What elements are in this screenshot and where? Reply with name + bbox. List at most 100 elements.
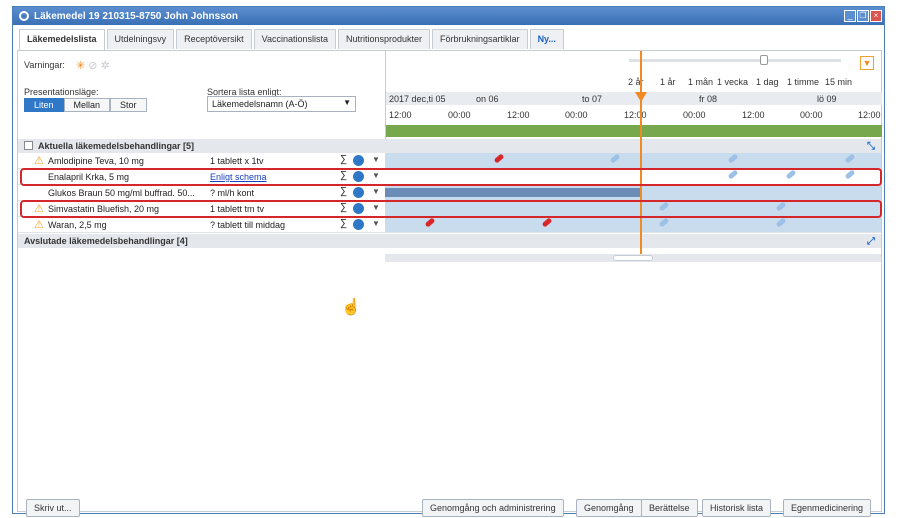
date-row: [386, 92, 882, 105]
infusion-bar[interactable]: [385, 188, 640, 197]
current-treatments-header[interactable]: Aktuella läkemedelsbehandlingar [5] ⤡: [18, 139, 881, 153]
sort-select[interactable]: Läkemedelsnamn (A-Ö) ▼: [207, 96, 356, 112]
sum-icon[interactable]: ∑: [340, 218, 347, 229]
tab-vaccination-list[interactable]: Vaccinationslista: [253, 29, 336, 49]
dose-planned-icon[interactable]: [609, 153, 621, 164]
warning-icon[interactable]: ⚠: [34, 218, 44, 231]
window-controls: _ ❐ ×: [844, 10, 882, 22]
collapse-icon[interactable]: ⤡: [867, 140, 875, 154]
zoom-1-year[interactable]: 1 år: [660, 77, 676, 87]
warning-icon[interactable]: ⚠: [34, 154, 44, 167]
filter-icon[interactable]: ▼: [860, 56, 874, 70]
time-label: 00:00: [448, 110, 471, 120]
title-bar: Läkemedel 19 210315-8750 John Johnsson: [13, 7, 884, 25]
app-logo-icon: [19, 11, 29, 21]
review-button[interactable]: Genomgång: [576, 499, 642, 517]
date-label: to 07: [582, 94, 603, 104]
dose-administered-icon[interactable]: [493, 153, 505, 164]
medication-window: Läkemedel 19 210315-8750 John Johnsson _…: [12, 6, 885, 517]
minimize-icon[interactable]: _: [844, 10, 856, 22]
presentation-large-button[interactable]: Stor: [110, 98, 147, 112]
chevron-down-icon[interactable]: ▼: [372, 219, 380, 228]
close-icon[interactable]: ×: [870, 10, 882, 22]
dose-planned-icon[interactable]: [727, 153, 739, 164]
tab-medication-list[interactable]: Läkemedelslista: [19, 29, 105, 50]
timeline-scrollbar[interactable]: [385, 254, 881, 262]
historical-list-button[interactable]: Historisk lista: [702, 499, 772, 517]
dose-administered-icon[interactable]: [541, 217, 553, 228]
warning-filter-icons[interactable]: ✳ ⊘ ✲: [76, 59, 110, 72]
window-title: Läkemedel 19 210315-8750 John Johnsson: [34, 10, 238, 22]
time-label: 12:00: [742, 110, 765, 120]
review-and-administration-button[interactable]: Genomgång och administrering: [422, 499, 564, 517]
time-label: 12:00: [389, 110, 412, 120]
warnings-label: Varningar:: [24, 60, 65, 70]
tab-distribution-view[interactable]: Utdelningsvy: [106, 29, 175, 49]
clock-icon[interactable]: [353, 187, 364, 198]
gear-icon[interactable]: ✲: [101, 60, 110, 72]
clock-icon[interactable]: [353, 155, 364, 166]
tab-prescription-overview[interactable]: Receptöversikt: [176, 29, 252, 49]
sum-icon[interactable]: ∑: [340, 186, 347, 197]
dose-planned-icon[interactable]: [658, 217, 670, 228]
dose-administered-icon[interactable]: [424, 217, 436, 228]
self-medication-button[interactable]: Egenmedicinering: [783, 499, 872, 517]
presentation-medium-button[interactable]: Mellan: [63, 98, 111, 112]
timeline-header: 2 år 1 år 1 mån 1 vecka 1 dag 1 timme 15…: [385, 51, 882, 139]
medication-row-amlodipine[interactable]: ⚠ Amlodipine Teva, 10 mg 1 tablett x 1tv…: [18, 153, 881, 169]
medication-dose: 1 tablett x 1tv: [210, 156, 264, 166]
chevron-down-icon: ▼: [343, 98, 351, 107]
chevron-down-icon[interactable]: ▼: [372, 155, 380, 164]
hand-cursor-icon: ☝: [341, 299, 361, 316]
select-all-checkbox[interactable]: [24, 141, 33, 150]
highlight-box-simvastatin: [20, 200, 882, 218]
time-label: 12:00: [507, 110, 530, 120]
highlight-box-enalapril: [20, 168, 882, 186]
time-label: 00:00: [683, 110, 706, 120]
zoom-1-hour[interactable]: 1 timme: [787, 77, 819, 87]
sort-value: Läkemedelsnamn (A-Ö): [212, 99, 308, 109]
date-label: 2017 dec,ti 05: [389, 94, 446, 104]
medication-row-waran[interactable]: ⚠ Waran, 2,5 mg ? tablett till middag ∑ …: [18, 217, 881, 233]
zoom-1-month[interactable]: 1 mån: [688, 77, 713, 87]
dose-planned-icon[interactable]: [775, 217, 787, 228]
drug-interaction-icon[interactable]: ⊘: [88, 60, 97, 72]
list-controls: Varningar: ✳ ⊘ ✲ Presentationsläge: Lite…: [18, 51, 385, 139]
scrollbar-thumb[interactable]: [613, 255, 653, 261]
zoom-slider-handle[interactable]: [760, 55, 768, 65]
current-treatments-title: Aktuella läkemedelsbehandlingar [5]: [38, 141, 195, 151]
tab-consumables[interactable]: Förbrukningsartiklar: [432, 29, 528, 49]
medication-row-glucose[interactable]: Glukos Braun 50 mg/ml buffrad. 50... ? m…: [18, 185, 881, 201]
time-label: 00:00: [565, 110, 588, 120]
medication-name: Amlodipine Teva, 10 mg: [48, 156, 144, 166]
tab-nutrition-products[interactable]: Nutritionsprodukter: [337, 29, 431, 49]
time-label: 00:00: [800, 110, 823, 120]
dose-planned-icon[interactable]: [844, 153, 856, 164]
date-label: fr 08: [699, 94, 718, 104]
zoom-1-week[interactable]: 1 vecka: [717, 77, 748, 87]
presentation-small-button[interactable]: Liten: [24, 98, 64, 112]
date-label: on 06: [476, 94, 499, 104]
clock-icon[interactable]: [353, 219, 364, 230]
zoom-slider-track[interactable]: [629, 59, 841, 62]
ended-treatments-title: Avslutade läkemedelsbehandlingar [4]: [24, 236, 188, 246]
chevron-down-icon[interactable]: ▼: [372, 187, 380, 196]
story-button[interactable]: Berättelse: [641, 499, 698, 517]
zoom-15-min[interactable]: 15 min: [825, 77, 852, 87]
medication-timeline-track: [385, 217, 881, 232]
print-button[interactable]: Skriv ut...: [26, 499, 80, 517]
tab-new[interactable]: Ny...: [529, 29, 564, 49]
sum-icon[interactable]: ∑: [340, 154, 347, 165]
presentation-label: Presentationsläge:: [24, 87, 99, 97]
ended-treatments-header[interactable]: Avslutade läkemedelsbehandlingar [4] ⤢: [18, 234, 881, 248]
zoom-2-years[interactable]: 2 år: [628, 77, 644, 87]
medication-dose: ? tablett till middag: [210, 220, 286, 230]
medication-name: Waran, 2,5 mg: [48, 220, 107, 230]
restore-icon[interactable]: ❐: [857, 10, 869, 22]
presentation-mode-toggle: Liten Mellan Stor: [24, 98, 147, 112]
zoom-1-day[interactable]: 1 dag: [756, 77, 779, 87]
medication-timeline-track: [385, 153, 881, 168]
tab-bar: Läkemedelslista Utdelningsvy Receptövers…: [19, 29, 564, 50]
expand-icon[interactable]: ⤢: [867, 235, 875, 249]
time-label: 12:00: [624, 110, 647, 120]
